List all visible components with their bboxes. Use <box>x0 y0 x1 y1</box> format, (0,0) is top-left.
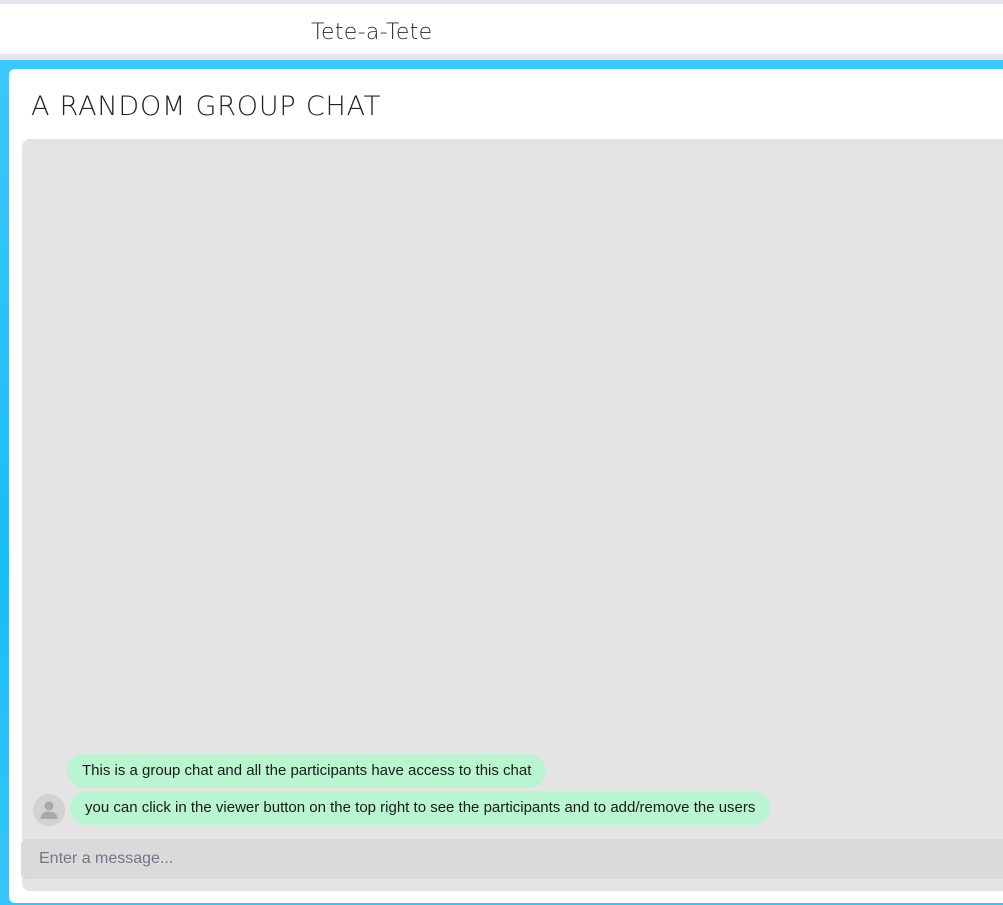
user-silhouette-icon <box>40 801 58 819</box>
sender-avatar[interactable] <box>33 794 65 826</box>
message-bubble: This is a group chat and all the partici… <box>67 754 547 788</box>
chat-title: A RANDOM GROUP CHAT <box>31 91 382 122</box>
app-header: Tete-a-Tete <box>0 4 1003 54</box>
message-bubble: you can click in the viewer button on th… <box>70 791 771 825</box>
chat-window: A RANDOM GROUP CHAT This is a group chat… <box>9 69 1003 903</box>
app-title: Tete-a-Tete <box>311 20 433 45</box>
messages-panel[interactable]: This is a group chat and all the partici… <box>22 139 1003 891</box>
message-input[interactable] <box>21 839 1003 879</box>
